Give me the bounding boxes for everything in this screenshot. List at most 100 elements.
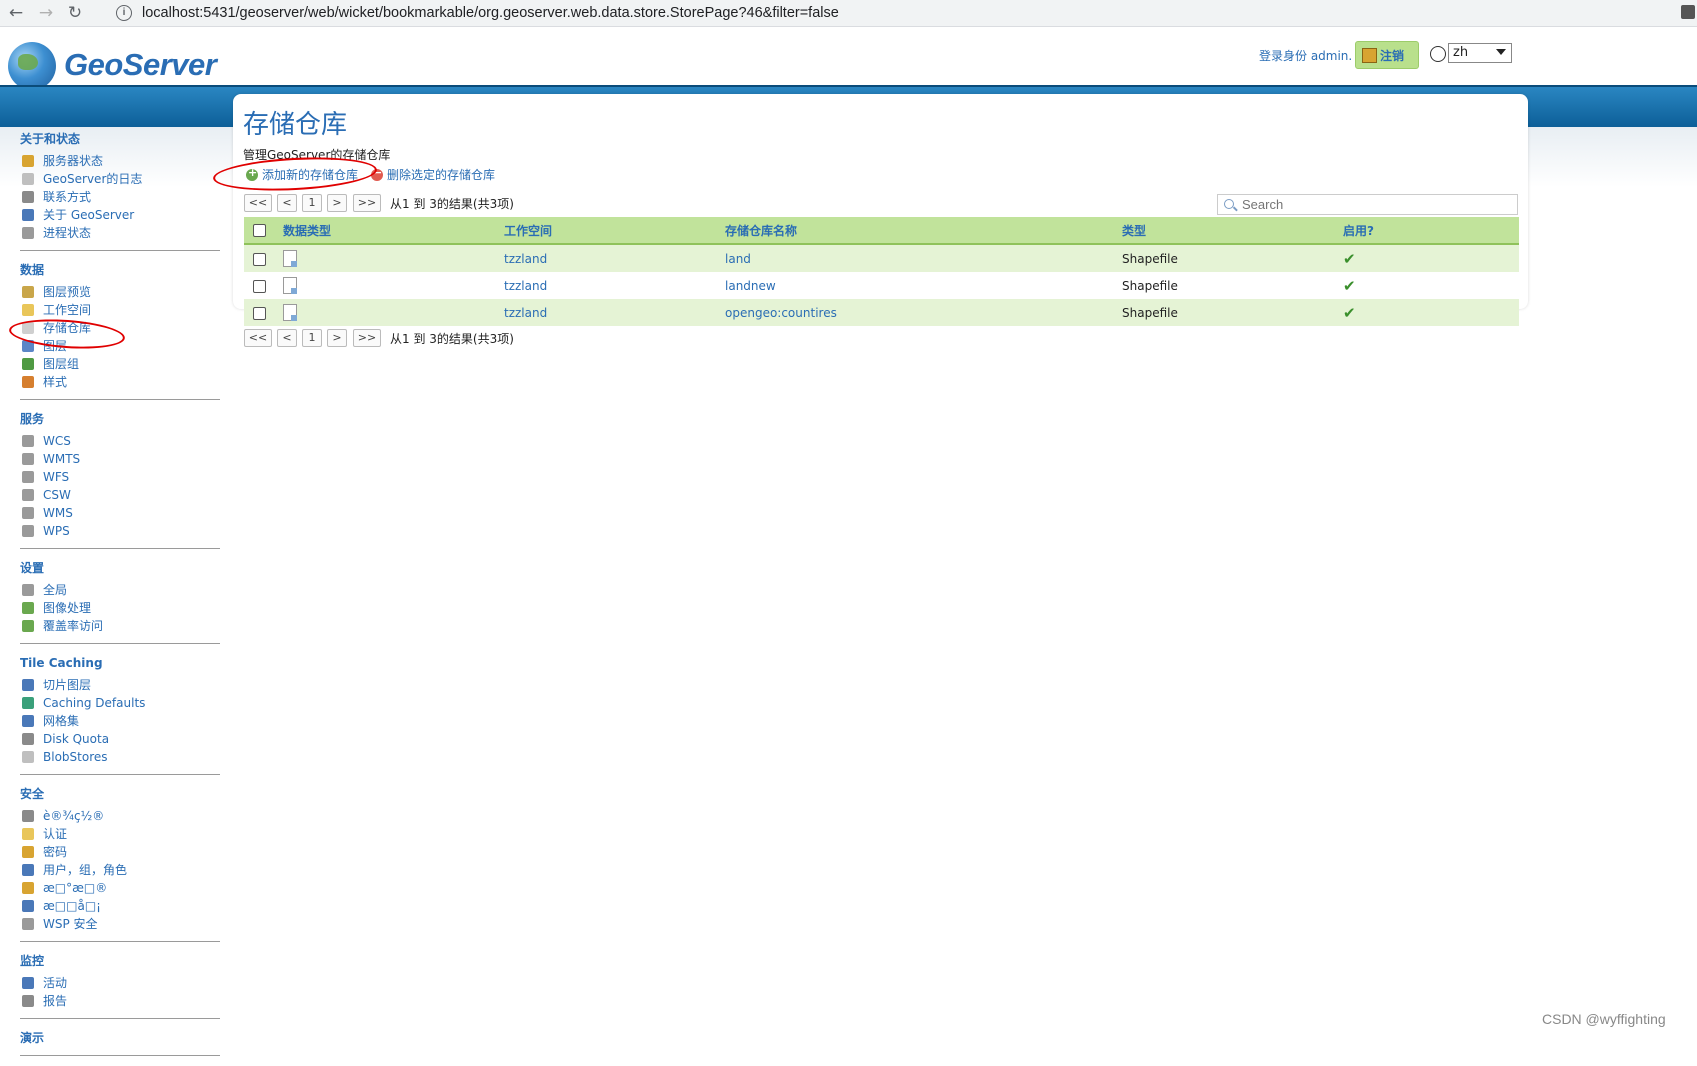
sidebar-item[interactable]: BlobStores <box>20 748 220 766</box>
sidebar-item[interactable]: 图层组 <box>20 355 220 373</box>
workspace-link[interactable]: tzzland <box>504 279 547 293</box>
sidebar-item-label: WPS <box>43 524 70 538</box>
sidebar-item[interactable]: Disk Quota <box>20 730 220 748</box>
sidebar-divider <box>20 548 220 549</box>
sidebar-item[interactable]: 服务器状态 <box>20 152 220 170</box>
sidebar-section-items: 切片图层 Caching Defaults 网格集 Disk Quota BlobSto… <box>20 676 220 766</box>
enabled-check-icon: ✔ <box>1343 249 1356 268</box>
sidebar-item[interactable]: 关于 GeoServer <box>20 206 220 224</box>
pager-page-button[interactable]: 1 <box>302 194 322 212</box>
sidebar-item[interactable]: 用户，组，角色 <box>20 861 220 879</box>
sidebar-item[interactable]: WMS <box>20 504 220 522</box>
logout-label: 注销 <box>1380 49 1405 63</box>
sidebar-item[interactable]: 联系方式 <box>20 188 220 206</box>
sidebar-item[interactable]: 全局 <box>20 581 220 599</box>
row-checkbox[interactable] <box>253 252 266 266</box>
pager-last-button[interactable]: >> <box>353 329 381 347</box>
sidebar-item[interactable]: Caching Defaults <box>20 694 220 712</box>
sidebar-item[interactable]: 图像处理 <box>20 599 220 617</box>
workspace-link[interactable]: tzzland <box>504 306 547 320</box>
sidebar-item[interactable]: CSW <box>20 486 220 504</box>
sidebar-item[interactable]: æ□°æ□® <box>20 879 220 897</box>
sidebar-item-label: æ□□å□¡ <box>43 899 101 913</box>
coverage-access-icon <box>22 620 34 632</box>
sidebar-item[interactable]: WCS <box>20 432 220 450</box>
pager-next-button[interactable]: > <box>327 194 347 212</box>
address-bar[interactable]: i localhost:5431/geoserver/web/wicket/boo… <box>116 2 1656 24</box>
pager-first-button[interactable]: << <box>244 194 272 212</box>
sidebar-item-label: BlobStores <box>43 750 108 764</box>
reload-icon[interactable]: ↻ <box>65 3 85 23</box>
sidebar-item[interactable]: WFS <box>20 468 220 486</box>
pager-info: 从1 到 3的结果(共3项) <box>390 332 514 346</box>
sidebar-item[interactable]: WSP 安全 <box>20 915 220 933</box>
blobstores-icon <box>22 751 34 763</box>
search-box[interactable] <box>1217 194 1518 215</box>
sidebar-item[interactable]: 覆盖率访问 <box>20 617 220 635</box>
geoserver-globe-logo-icon[interactable] <box>8 42 56 90</box>
sidebar-divider <box>20 250 220 251</box>
sidebar-item[interactable]: 认证 <box>20 825 220 843</box>
sidebar-item[interactable]: 样式 <box>20 373 220 391</box>
column-header-type[interactable]: 类型 <box>1122 217 1343 245</box>
sidebar-item[interactable]: WPS <box>20 522 220 540</box>
sidebar-item[interactable]: 工作空间 <box>20 301 220 319</box>
language-select[interactable]: zh <box>1448 43 1512 63</box>
sidebar-item[interactable]: 切片图层 <box>20 676 220 694</box>
workspace-link[interactable]: tzzland <box>504 252 547 266</box>
sidebar-item[interactable]: è®¾ç½® <box>20 807 220 825</box>
sidebar-item[interactable]: WMTS <box>20 450 220 468</box>
wfs-icon <box>22 471 34 483</box>
pager-page-button[interactable]: 1 <box>302 329 322 347</box>
pager-last-button[interactable]: >> <box>353 194 381 212</box>
sidebar-item[interactable]: 网格集 <box>20 712 220 730</box>
enabled-cell: ✔ <box>1343 272 1519 299</box>
layer-group-icon <box>22 358 34 370</box>
select-all-checkbox[interactable] <box>253 224 266 237</box>
global-settings-icon <box>22 584 34 596</box>
store-name-link[interactable]: opengeo:countires <box>725 306 837 320</box>
logo-text[interactable]: GeoServer <box>64 47 217 83</box>
caching-defaults-icon <box>22 697 34 709</box>
enabled-cell: ✔ <box>1343 244 1519 272</box>
datatype-cell <box>283 272 504 299</box>
store-name-link[interactable]: land <box>725 252 751 266</box>
sidebar-section-items: 全局图像处理覆盖率访问 <box>20 581 220 635</box>
sidebar-item[interactable]: æ□□å□¡ <box>20 897 220 915</box>
pager-next-button[interactable]: > <box>327 329 347 347</box>
sidebar-item[interactable]: 图层预览 <box>20 283 220 301</box>
sidebar-item-label: 全局 <box>43 583 68 597</box>
sidebar-item-label: 图像处理 <box>43 601 92 615</box>
sidebar-item[interactable]: 活动 <box>20 974 220 992</box>
delete-store-link[interactable]: 删除选定的存储仓库 <box>371 166 495 183</box>
sidebar-item-label: 覆盖率访问 <box>43 619 104 633</box>
search-input[interactable] <box>1242 196 1512 213</box>
forward-arrow-icon[interactable]: → <box>36 3 56 23</box>
logout-button[interactable]: 注销 <box>1355 41 1419 69</box>
pager-prev-button[interactable]: < <box>277 194 297 212</box>
extension-icon[interactable] <box>1681 5 1695 19</box>
sidebar-item-label: 报告 <box>43 994 68 1008</box>
datatype-cell <box>283 244 504 272</box>
sidebar-item-label: WMTS <box>43 452 81 466</box>
site-info-icon[interactable]: i <box>116 5 132 22</box>
column-header-workspace[interactable]: 工作空间 <box>504 217 725 245</box>
sidebar-item[interactable]: 进程状态 <box>20 224 220 242</box>
column-header-enabled[interactable]: 启用? <box>1343 217 1519 245</box>
row-checkbox[interactable] <box>253 306 266 320</box>
chevron-down-icon <box>1496 49 1506 55</box>
sidebar-item[interactable]: GeoServer的日志 <box>20 170 220 188</box>
store-name-link[interactable]: landnew <box>725 279 776 293</box>
column-header-datatype[interactable]: 数据类型 <box>283 217 504 245</box>
sidebar-item[interactable]: 存储仓库 <box>20 319 220 337</box>
back-arrow-icon[interactable]: ← <box>6 3 26 23</box>
row-checkbox[interactable] <box>253 279 266 293</box>
sidebar-item[interactable]: 报告 <box>20 992 220 1010</box>
column-header-store-name[interactable]: 存储仓库名称 <box>725 217 1122 245</box>
lock-icon <box>22 846 34 858</box>
sidebar-item[interactable]: 图层 <box>20 337 220 355</box>
add-store-link[interactable]: 添加新的存储仓库 <box>246 166 358 183</box>
sidebar-item[interactable]: 密码 <box>20 843 220 861</box>
pager-prev-button[interactable]: < <box>277 329 297 347</box>
pager-first-button[interactable]: << <box>244 329 272 347</box>
